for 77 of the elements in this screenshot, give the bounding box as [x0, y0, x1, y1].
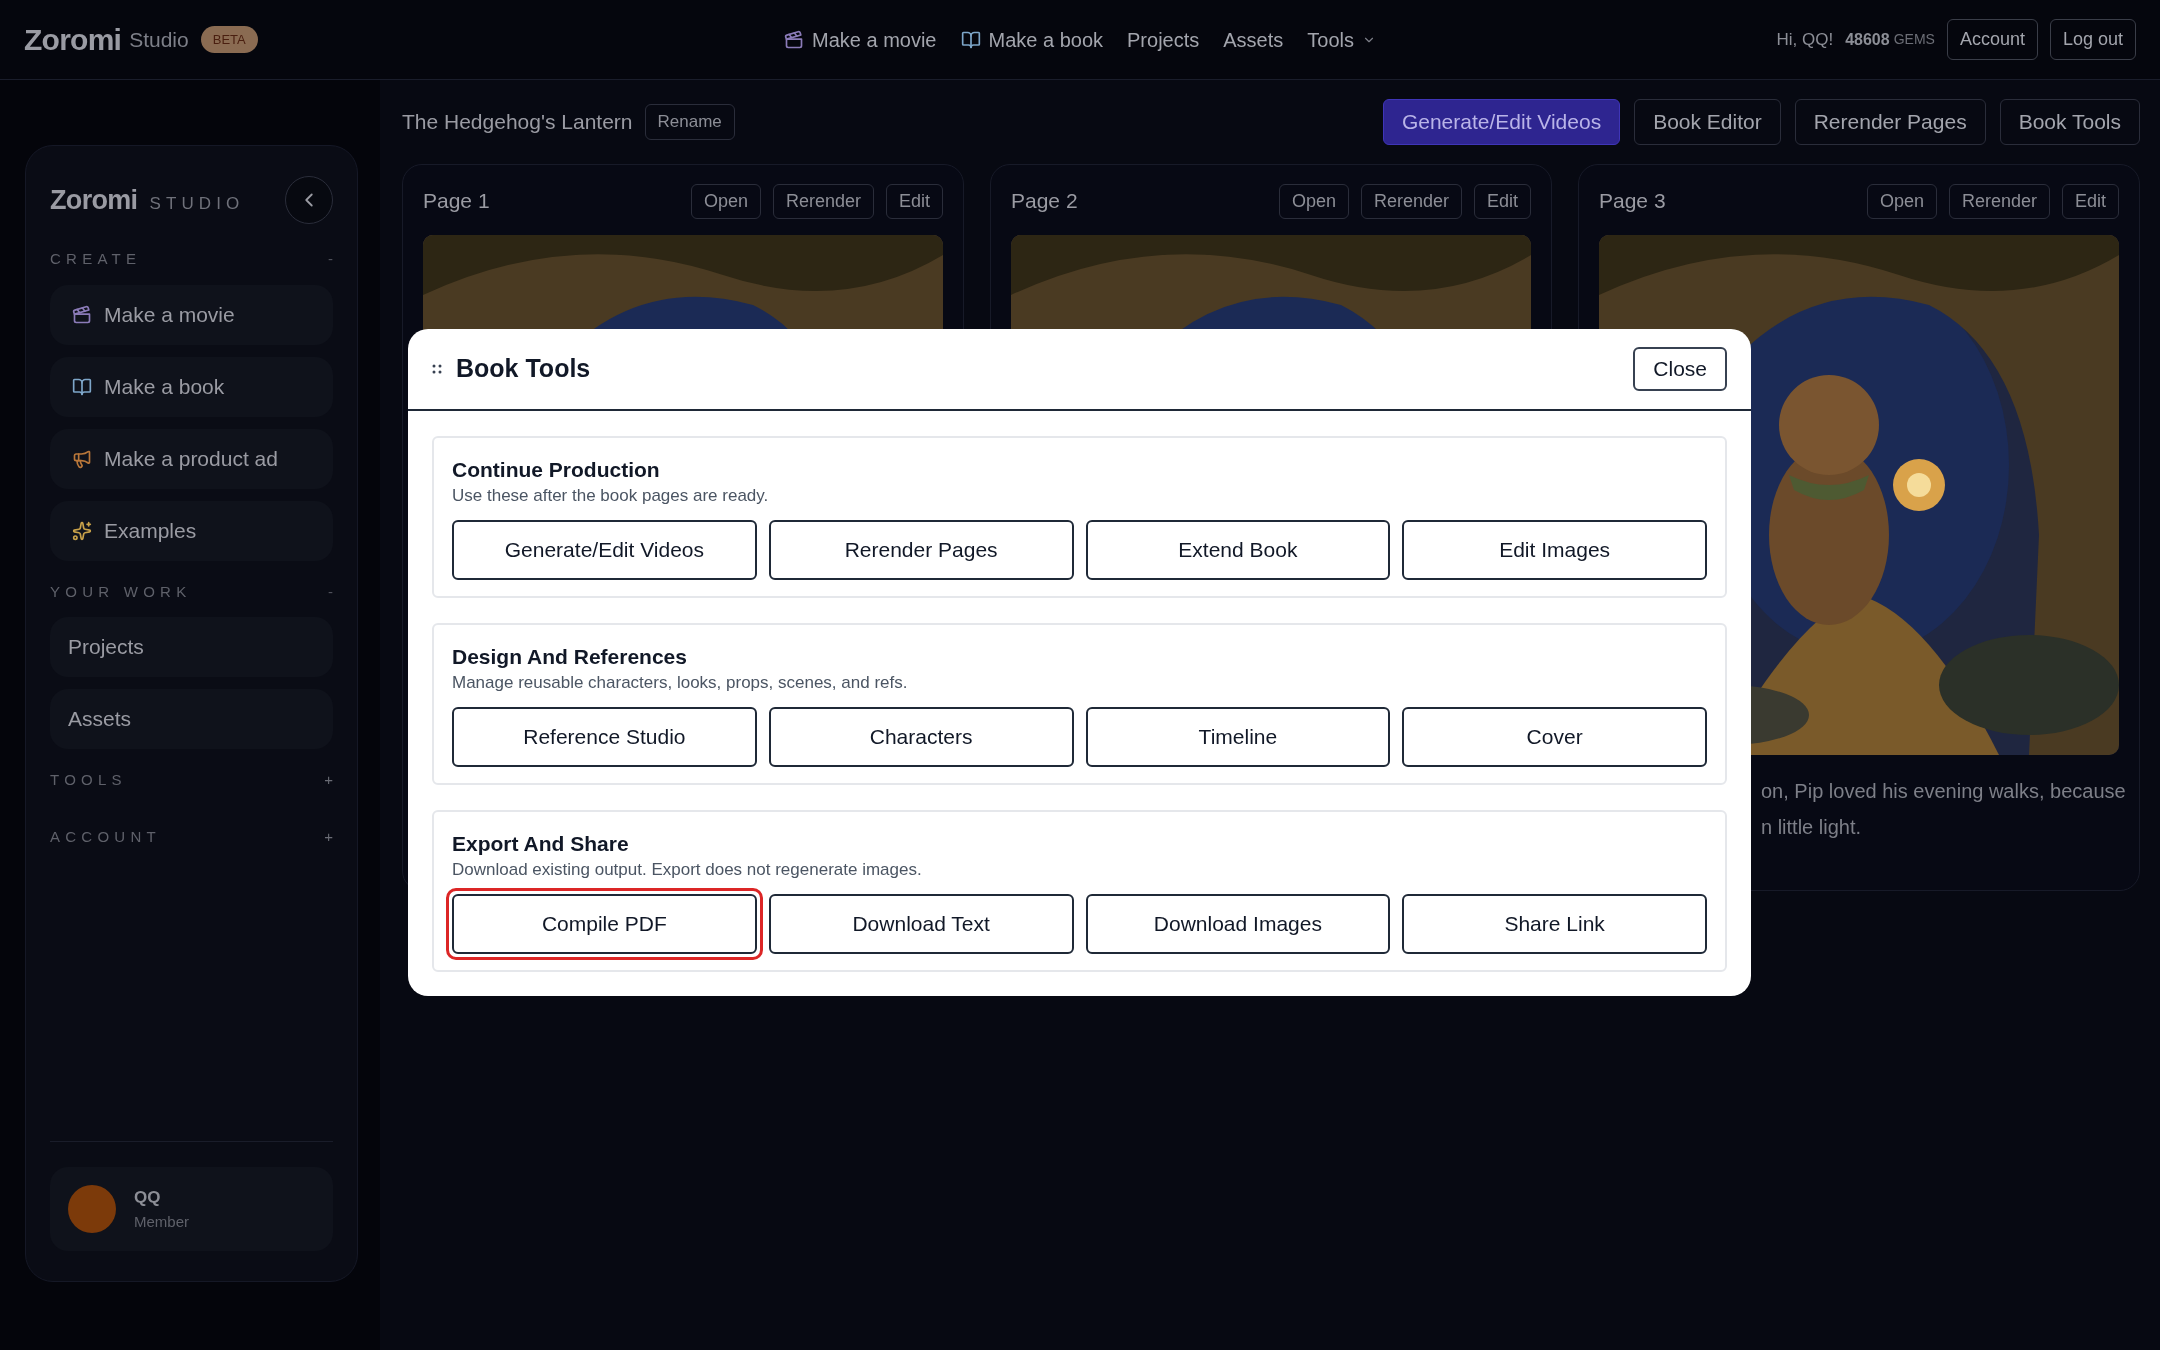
nav-link[interactable]: Tools	[1307, 24, 1376, 55]
page-caption-line: on, Pip loved his evening walks, because	[1761, 779, 2126, 804]
page-button[interactable]: Open	[1278, 183, 1349, 219]
section-heading: TOOLS	[50, 770, 127, 790]
header-button[interactable]: Account	[1946, 19, 2038, 60]
sidebar-item[interactable]: Assets	[50, 689, 333, 749]
section-toggle[interactable]: +	[324, 825, 333, 848]
tool-button[interactable]: Rerender Pages	[768, 520, 1074, 580]
tool-button[interactable]: Edit Images	[1402, 520, 1707, 580]
page-button[interactable]: Edit	[2061, 183, 2119, 219]
greeting: Hi, QQ!	[1776, 28, 1834, 51]
page-button[interactable]: Open	[1866, 183, 1937, 219]
toolbar-button[interactable]: Generate/Edit Videos	[1382, 99, 1621, 145]
book-icon	[72, 376, 92, 397]
clapperboard-icon	[72, 304, 92, 325]
page-button[interactable]: Rerender	[1360, 183, 1462, 219]
project-title: The Hedgehog's Lantern	[402, 109, 633, 136]
sidebar-item[interactable]: Make a product ad	[50, 428, 333, 489]
dialog-title: Book Tools	[456, 353, 591, 385]
clapperboard-icon	[784, 29, 804, 50]
page-button[interactable]: Rerender	[772, 183, 874, 219]
section-toggle[interactable]: +	[324, 769, 333, 792]
page-title: Page 3	[1599, 188, 1666, 215]
tool-button[interactable]: Compile PDF	[452, 894, 757, 954]
tool-button[interactable]: Characters	[768, 707, 1074, 767]
toolbar-button[interactable]: Rerender Pages	[1794, 99, 1986, 145]
toolbar-button[interactable]: Book Tools	[1999, 99, 2140, 145]
gem-unit: GEMS	[1893, 30, 1935, 49]
book-icon	[960, 29, 981, 50]
page-button[interactable]: Edit	[885, 183, 943, 219]
nav-link[interactable]: Assets	[1223, 24, 1284, 55]
section-heading: ACCOUNT	[50, 826, 161, 847]
sidebar-logo-subtitle: STUDIO	[149, 192, 245, 215]
sparkle-icon	[72, 520, 92, 541]
sidebar-item[interactable]: Projects	[50, 617, 333, 677]
sidebar-logo: Zoromi	[50, 183, 138, 217]
nav-link[interactable]: Make a movie	[784, 24, 937, 55]
page-caption-line: n little light.	[1761, 815, 1862, 840]
rename-button[interactable]: Rename	[644, 104, 735, 140]
user-card[interactable]: QQ Member	[50, 1167, 333, 1251]
section-title: Export And Share	[452, 831, 630, 857]
logo: Zoromi	[24, 22, 122, 58]
logo-subtitle: Studio	[129, 26, 189, 53]
user-name: QQ	[134, 1187, 162, 1209]
sidebar-item[interactable]: Examples	[50, 500, 333, 561]
user-role: Member	[134, 1211, 189, 1232]
section-heading: YOUR WORK	[50, 581, 192, 602]
section-title: Continue Production	[452, 457, 661, 483]
section-description: Manage reusable characters, looks, props, scenes, and refs.	[452, 672, 909, 694]
toolbar-button[interactable]: Book Editor	[1634, 99, 1781, 145]
page-button[interactable]: Edit	[1473, 183, 1531, 219]
close-button[interactable]: Close	[1633, 347, 1727, 391]
sidebar-item[interactable]: Make a movie	[50, 284, 333, 345]
section-description: Use these after the book pages are ready.	[452, 485, 770, 507]
tool-button[interactable]: Cover	[1402, 707, 1707, 767]
tool-button[interactable]: Reference Studio	[452, 707, 757, 767]
nav-link[interactable]: Make a book	[960, 24, 1103, 55]
sidebar-item[interactable]: Make a book	[50, 356, 333, 417]
page-title: Page 2	[1011, 188, 1078, 215]
nav-link[interactable]: Projects	[1127, 24, 1200, 55]
section-heading: CREATE	[50, 249, 142, 269]
beta-badge: BETA	[200, 25, 258, 54]
gem-count: 48608	[1845, 29, 1890, 50]
tool-button[interactable]: Download Images	[1085, 894, 1391, 954]
page-button[interactable]: Open	[690, 183, 761, 219]
page-button[interactable]: Rerender	[1948, 183, 2050, 219]
tool-button[interactable]: Download Text	[768, 894, 1074, 954]
drag-handle-icon[interactable]	[432, 363, 442, 375]
header-button[interactable]: Log out	[2049, 19, 2136, 60]
tool-button[interactable]: Extend Book	[1085, 520, 1391, 580]
section-description: Download existing output. Export does not regenerate images.	[452, 859, 923, 881]
tool-button[interactable]: Generate/Edit Videos	[452, 520, 757, 580]
megaphone-icon	[72, 448, 92, 469]
tool-button[interactable]: Share Link	[1402, 894, 1707, 954]
page-title: Page 1	[423, 188, 490, 215]
tool-button[interactable]: Timeline	[1085, 707, 1391, 767]
section-title: Design And References	[452, 644, 688, 670]
